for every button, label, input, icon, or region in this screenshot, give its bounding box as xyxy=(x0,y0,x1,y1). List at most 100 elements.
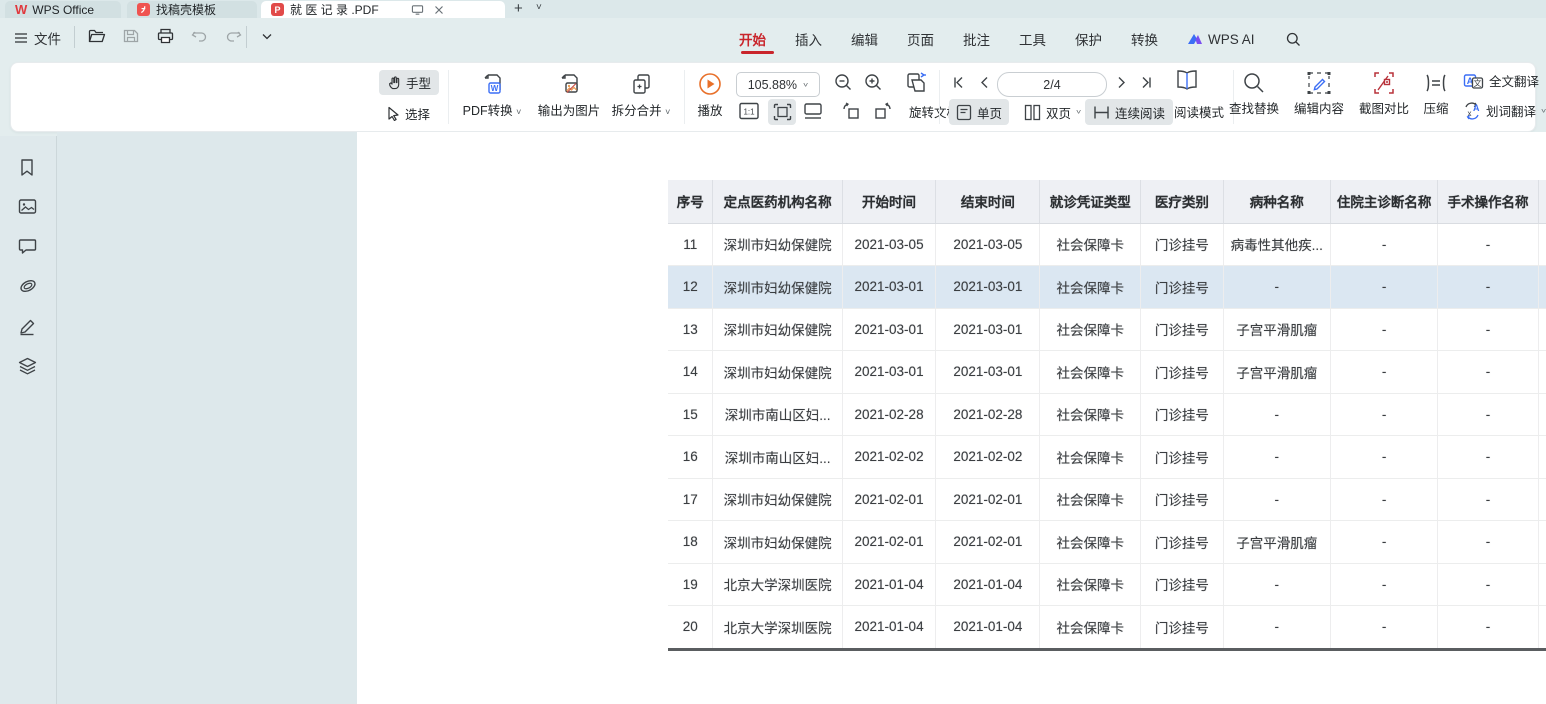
redo-button[interactable] xyxy=(222,25,244,47)
table-cell: - xyxy=(1223,563,1330,606)
rotate-right-button[interactable] xyxy=(873,102,893,120)
table-cell: - xyxy=(1330,351,1437,394)
export-image-button[interactable]: 输出为图片 xyxy=(529,71,609,119)
word-translate-caret-icon: ˅ xyxy=(1541,107,1546,115)
tab-protect[interactable]: 保护 xyxy=(1073,27,1104,51)
prev-page-button[interactable] xyxy=(975,73,993,91)
split-merge-label: 拆分合并 ˅ xyxy=(612,100,671,119)
table-row: 13深圳市妇幼保健院2021-03-012021-03-01社会保障卡门诊挂号子… xyxy=(668,308,1546,351)
tab-pdf-document[interactable]: P 就 医 记 录 .PDF xyxy=(261,1,505,18)
select-tool-button[interactable]: 选择 xyxy=(379,101,438,126)
page-number-input[interactable]: 2/4 xyxy=(997,72,1107,97)
first-page-button[interactable] xyxy=(949,73,967,91)
word-translate-button[interactable]: xA 划词翻译 ˅ xyxy=(1463,101,1546,120)
table-cell: 社会保障卡 xyxy=(1040,521,1141,564)
play-button[interactable]: 播放 xyxy=(689,71,731,119)
edit-content-icon xyxy=(1306,71,1332,95)
table-cell-stub xyxy=(1538,393,1546,436)
next-page-button[interactable] xyxy=(1113,73,1131,91)
zoom-out-button[interactable] xyxy=(834,73,853,92)
rotate-left-icon xyxy=(841,102,861,120)
bookmark-icon[interactable] xyxy=(18,158,38,178)
open-file-button[interactable] xyxy=(86,25,108,47)
table-cell: 13 xyxy=(668,308,713,351)
attachment-icon[interactable] xyxy=(18,278,38,298)
tab-close-icon[interactable] xyxy=(434,5,444,15)
tab-template[interactable]: 找稿壳模板 xyxy=(127,1,257,18)
tab-home[interactable]: 开始 xyxy=(737,27,768,51)
fit-page-button[interactable] xyxy=(768,99,796,125)
table-cell: 门诊挂号 xyxy=(1141,266,1223,309)
actual-size-button[interactable]: 1:1 xyxy=(739,102,759,120)
table-cell: 2021-02-28 xyxy=(936,393,1040,436)
continuous-read-button[interactable]: 连续阅读 xyxy=(1085,99,1173,125)
table-cell: - xyxy=(1438,266,1538,309)
layers-icon[interactable] xyxy=(18,357,38,377)
compress-button[interactable]: 压缩 xyxy=(1414,71,1458,117)
table-cell: - xyxy=(1223,436,1330,479)
signature-pen-icon[interactable] xyxy=(18,318,38,338)
table-cell: 子宫平滑肌瘤 xyxy=(1223,351,1330,394)
zoom-level-combo[interactable]: 105.88% ˅ xyxy=(736,72,820,97)
rotate-left-button[interactable] xyxy=(841,102,861,120)
table-cell: - xyxy=(1330,436,1437,479)
compress-icon xyxy=(1423,71,1449,95)
template-doc-icon xyxy=(137,3,150,16)
save-button[interactable] xyxy=(120,25,142,47)
table-cell: - xyxy=(1438,521,1538,564)
table-cell: 子宫平滑肌瘤 xyxy=(1223,521,1330,564)
tab-tools[interactable]: 工具 xyxy=(1017,27,1048,51)
single-page-button[interactable]: 单页 xyxy=(949,99,1009,125)
fit-width-button[interactable] xyxy=(803,102,823,120)
table-cell: 14 xyxy=(668,351,713,394)
fit-width-icon xyxy=(803,102,823,120)
tab-wps-office[interactable]: W WPS Office xyxy=(5,1,121,18)
split-merge-button[interactable]: 拆分合并 ˅ xyxy=(603,71,679,119)
read-mode-icon-button[interactable] xyxy=(1174,69,1200,93)
thumbnail-icon[interactable] xyxy=(18,198,38,218)
table-header-cell: 病种名称 xyxy=(1223,180,1330,223)
double-page-button[interactable]: 双页 ˅ xyxy=(1018,99,1087,125)
tab-annotate[interactable]: 批注 xyxy=(961,27,992,51)
table-cell: 2021-02-02 xyxy=(842,436,936,479)
tab-wps-ai[interactable]: WPS AI xyxy=(1185,30,1257,49)
ribbon-search-icon[interactable] xyxy=(1284,30,1303,49)
quick-access-caret-icon[interactable] xyxy=(256,25,278,47)
pdf-convert-button[interactable]: W PDF转换 ˅ xyxy=(453,71,531,119)
table-cell: 2021-02-01 xyxy=(936,478,1040,521)
tab-edit[interactable]: 编辑 xyxy=(849,27,880,51)
tab-list-caret-icon[interactable]: ˅ xyxy=(536,2,542,13)
rotate-doc-icon xyxy=(904,71,930,95)
tab-convert[interactable]: 转换 xyxy=(1129,27,1160,51)
edit-content-button[interactable]: 编辑内容 xyxy=(1289,71,1349,117)
table-cell: 2021-03-01 xyxy=(842,351,936,394)
tab-monitor-icon[interactable] xyxy=(411,4,424,16)
word-translate-icon: xA xyxy=(1463,102,1481,120)
hand-tool-button[interactable]: 手型 xyxy=(379,70,439,95)
table-header-cell: 住院主诊断名称 xyxy=(1330,180,1437,223)
file-menu-label: 文件 xyxy=(34,28,61,48)
table-cell: - xyxy=(1330,308,1437,351)
undo-button[interactable] xyxy=(188,25,210,47)
screenshot-compare-button[interactable]: 截图对比 xyxy=(1354,71,1414,117)
zoom-in-button[interactable] xyxy=(864,73,883,92)
comment-icon[interactable] xyxy=(18,238,38,258)
tab-page[interactable]: 页面 xyxy=(905,27,936,51)
print-button[interactable] xyxy=(154,25,176,47)
rotate-doc-icon-button[interactable] xyxy=(904,71,930,95)
active-tab-underline xyxy=(741,51,774,54)
table-cell: - xyxy=(1438,393,1538,436)
ribbon-tabs: 开始 插入 编辑 页面 批注 工具 保护 转换 WPS AI xyxy=(737,27,1303,51)
file-menu-button[interactable]: 文件 xyxy=(14,28,61,48)
table-cell: - xyxy=(1330,606,1437,649)
document-viewport[interactable]: 序号定点医药机构名称开始时间结束时间就诊凭证类型医疗类别病种名称住院主诊断名称手… xyxy=(57,132,1546,704)
full-translate-button[interactable]: A 文 全文翻译 xyxy=(1463,71,1539,90)
read-mode-button[interactable]: 阅读模式 xyxy=(1174,102,1224,121)
divider xyxy=(448,70,449,124)
last-page-button[interactable] xyxy=(1137,73,1155,91)
new-tab-button[interactable]: + xyxy=(514,0,523,17)
tab-insert[interactable]: 插入 xyxy=(793,27,824,51)
find-replace-button[interactable]: 查找替换 xyxy=(1224,71,1284,117)
table-cell: - xyxy=(1330,521,1437,564)
table-header-cell: 开始时间 xyxy=(842,180,936,223)
